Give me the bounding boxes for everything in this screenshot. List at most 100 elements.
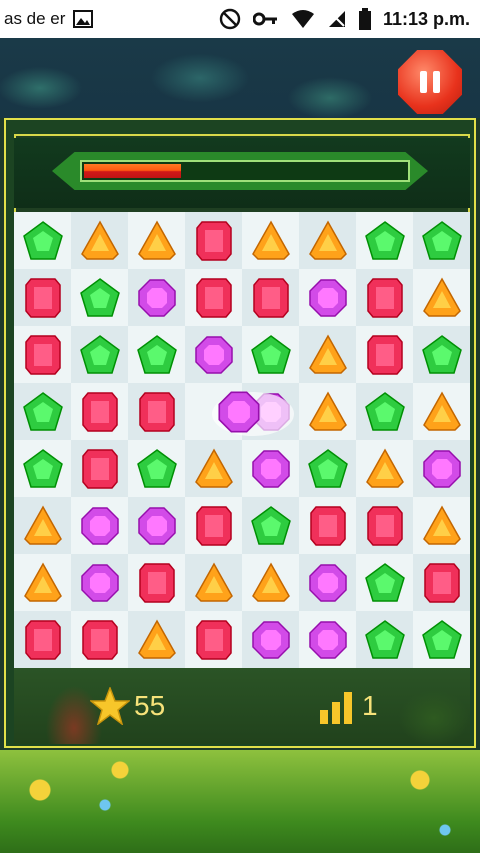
red-gem [81, 448, 118, 489]
board-cell[interactable] [128, 611, 185, 668]
board-cell[interactable] [356, 611, 413, 668]
board-cell[interactable] [299, 269, 356, 326]
board-cell[interactable] [71, 554, 128, 611]
green-gem [421, 334, 462, 374]
info-bar [14, 668, 470, 744]
orange-gem [194, 447, 233, 488]
board-cell[interactable] [14, 383, 71, 440]
board-cell[interactable] [14, 326, 71, 383]
purple-gem [137, 278, 176, 317]
orange-gem [308, 390, 347, 431]
board-cell[interactable] [356, 326, 413, 383]
board-cell[interactable] [71, 212, 128, 269]
board-cell[interactable] [71, 611, 128, 668]
board-cell[interactable] [356, 212, 413, 269]
battery-icon [358, 8, 371, 30]
board-cell[interactable] [185, 269, 242, 326]
orange-gem [194, 561, 233, 602]
meadow-background [0, 750, 480, 853]
board-cell[interactable] [185, 611, 242, 668]
board-cell[interactable] [185, 554, 242, 611]
no-signal-icon [328, 11, 345, 27]
red-gem [24, 277, 61, 318]
board-cell[interactable] [413, 554, 470, 611]
board-cell[interactable] [299, 383, 356, 440]
board-cell[interactable] [413, 497, 470, 554]
board-cell[interactable] [413, 212, 470, 269]
board-cell[interactable] [128, 554, 185, 611]
green-gem [22, 448, 63, 488]
board-cell[interactable] [413, 269, 470, 326]
red-gem [195, 619, 232, 660]
board-cell[interactable] [128, 440, 185, 497]
level-value: 1 [362, 690, 378, 721]
board-cell[interactable] [14, 212, 71, 269]
board-cell[interactable] [242, 611, 299, 668]
board-cell[interactable] [356, 383, 413, 440]
board-cell[interactable] [185, 440, 242, 497]
board-cell[interactable] [299, 611, 356, 668]
board-cell[interactable] [299, 440, 356, 497]
board-cell[interactable] [14, 269, 71, 326]
red-gem [195, 220, 232, 261]
orange-gem [251, 561, 290, 602]
board-cell[interactable] [185, 212, 242, 269]
board-cell[interactable] [185, 326, 242, 383]
board-cell[interactable] [356, 269, 413, 326]
red-gem [195, 505, 232, 546]
orange-gem [422, 390, 461, 431]
board-cell[interactable] [299, 326, 356, 383]
board-cell[interactable] [356, 554, 413, 611]
board-cell[interactable] [71, 497, 128, 554]
board-cell[interactable] [413, 383, 470, 440]
board-cell[interactable] [128, 269, 185, 326]
clock: 11:13 p.m. [382, 8, 470, 29]
green-gem [250, 334, 291, 374]
red-gem [138, 562, 175, 603]
green-gem [307, 448, 348, 488]
board-cell[interactable] [71, 383, 128, 440]
board-cell[interactable] [185, 497, 242, 554]
board-cell[interactable] [356, 440, 413, 497]
board-cell[interactable] [242, 440, 299, 497]
board-cell[interactable] [299, 497, 356, 554]
board-cell[interactable] [299, 212, 356, 269]
purple-gem [251, 620, 290, 659]
purple-gem [308, 563, 347, 602]
red-gem [366, 334, 403, 375]
board-cell[interactable] [14, 440, 71, 497]
board-cell[interactable] [242, 269, 299, 326]
purple-gem [308, 278, 347, 317]
purple-gem [80, 563, 119, 602]
green-gem [364, 619, 405, 659]
purple-gem [308, 620, 347, 659]
green-gem [22, 220, 63, 260]
board-cell[interactable] [413, 326, 470, 383]
board-cell[interactable] [128, 497, 185, 554]
board-cell[interactable] [71, 326, 128, 383]
board-cell[interactable] [242, 554, 299, 611]
key-icon [252, 12, 277, 26]
board-cell[interactable] [299, 554, 356, 611]
orange-gem [422, 504, 461, 545]
board-cell[interactable] [14, 554, 71, 611]
pause-button[interactable] [398, 50, 462, 114]
board-cell[interactable] [128, 383, 185, 440]
gem-board[interactable] [14, 212, 470, 668]
board-cell[interactable] [356, 497, 413, 554]
board-cell[interactable] [128, 326, 185, 383]
board-cell[interactable] [71, 269, 128, 326]
board-cell[interactable] [242, 497, 299, 554]
green-gem [364, 220, 405, 260]
board-cell[interactable] [14, 611, 71, 668]
board-cell[interactable] [413, 611, 470, 668]
board-cell[interactable] [413, 440, 470, 497]
board-cell[interactable] [71, 440, 128, 497]
purple-gem [80, 506, 119, 545]
board-cell[interactable] [242, 326, 299, 383]
board-cell[interactable] [14, 497, 71, 554]
red-gem [309, 505, 346, 546]
board-cell[interactable] [128, 212, 185, 269]
board-cell[interactable] [242, 212, 299, 269]
green-gem [79, 334, 120, 374]
